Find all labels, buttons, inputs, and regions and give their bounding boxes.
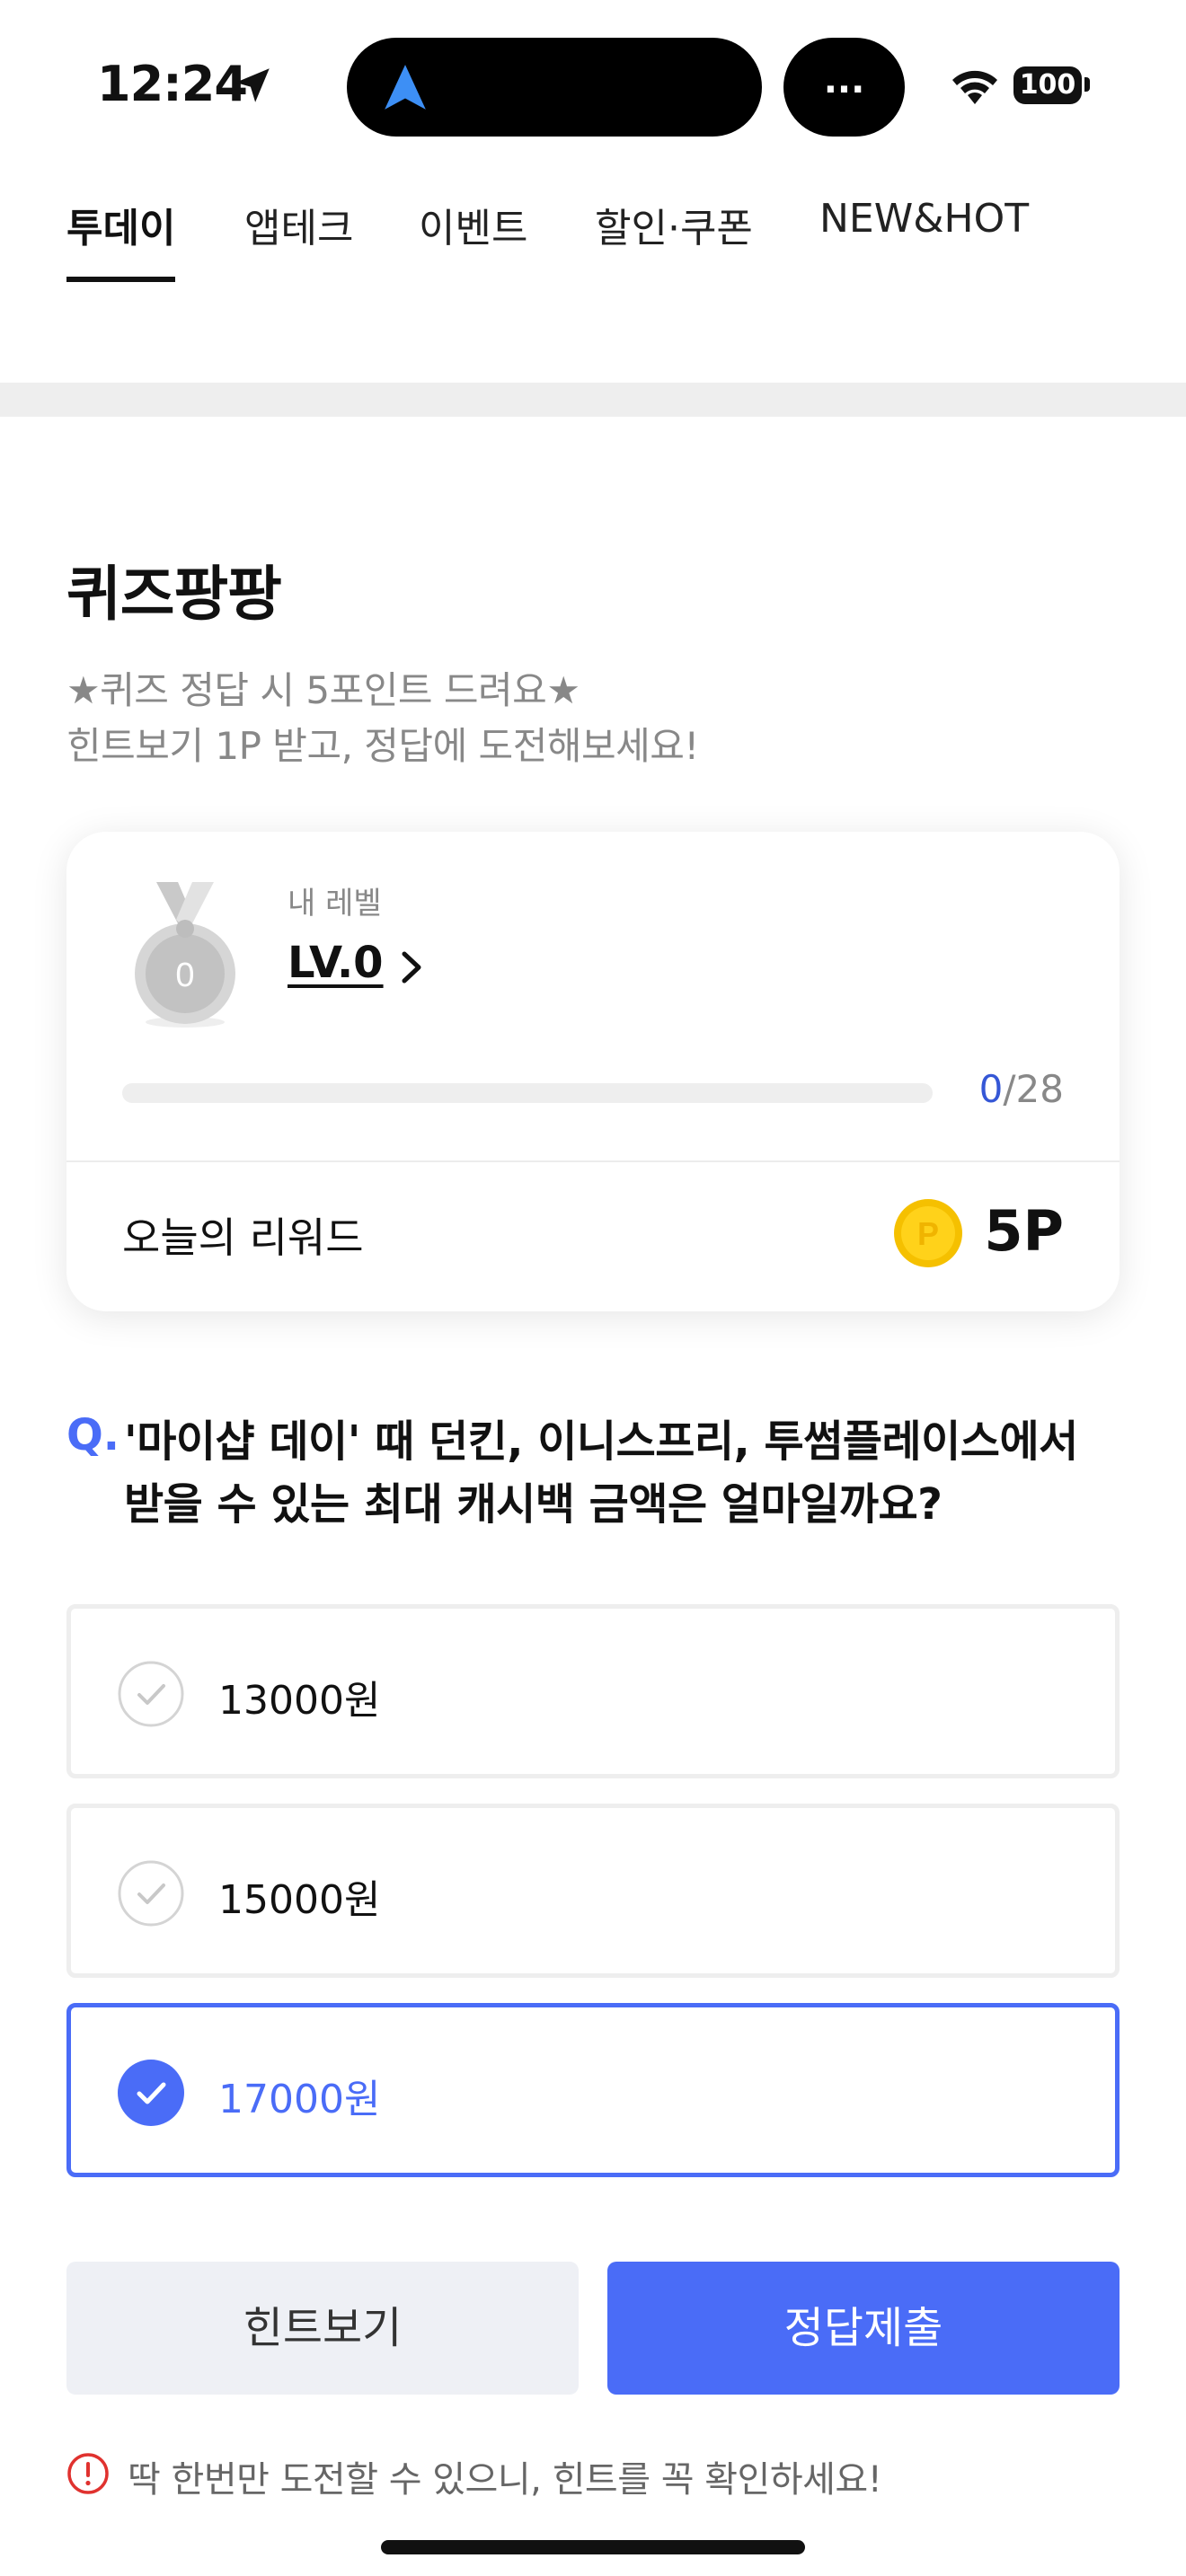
- level-progress-bar: [122, 1083, 933, 1103]
- reward-label: 오늘의 리워드: [122, 1213, 364, 1262]
- tab-new-hot[interactable]: NEW&HOT: [819, 196, 1029, 286]
- answer-option-3[interactable]: 17000원: [66, 2003, 1120, 2177]
- answer-option-label: 13000원: [218, 1678, 381, 1724]
- answer-option-label: 17000원: [218, 2077, 381, 2122]
- coin-icon: P: [894, 1199, 962, 1267]
- tab-today[interactable]: 투데이: [66, 196, 176, 286]
- hint-button[interactable]: 힌트보기: [66, 2262, 579, 2395]
- warning-text: 딱 한번만 도전할 수 있으니, 힌트를 꼭 확인하세요!: [128, 2459, 882, 2501]
- status-bar: 12:24 ... 100: [0, 0, 1186, 171]
- question-line2: 받을 수 있는 최대 캐시백 금액은 얼마일까요?: [124, 1479, 943, 1530]
- level-progress-count: 0/28: [979, 1067, 1064, 1111]
- card-divider: [66, 1160, 1120, 1162]
- tab-discount-coupon[interactable]: 할인·쿠폰: [595, 196, 753, 286]
- check-circle-filled-icon: [118, 2060, 184, 2126]
- question-line1: '마이샵 데이' 때 던킨, 이니스프리, 투썸플레이스에서: [124, 1416, 1078, 1467]
- tab-apptech[interactable]: 앱테크: [244, 196, 353, 286]
- medal-icon: 0: [135, 882, 235, 1028]
- question-mark: Q.: [66, 1410, 120, 1460]
- progress-current: 0: [978, 1067, 1004, 1111]
- check-circle-icon: [118, 1860, 184, 1927]
- check-circle-icon: [118, 1661, 184, 1727]
- location-arrow-icon: [235, 68, 270, 102]
- medal-number: 0: [175, 957, 194, 994]
- section-divider: [0, 383, 1186, 417]
- submit-answer-button[interactable]: 정답제출: [607, 2262, 1120, 2395]
- quiz-subtitle: ★퀴즈 정답 시 5포인트 드려요★ 힌트보기 1P 받고, 정답에 도전해보세…: [66, 663, 699, 774]
- answer-option-label: 15000원: [218, 1877, 381, 1923]
- answer-option-1[interactable]: 13000원: [66, 1604, 1120, 1778]
- dynamic-island-pill[interactable]: ...: [783, 38, 905, 137]
- quiz-subtitle-line1: ★퀴즈 정답 시 5포인트 드려요★: [66, 668, 580, 712]
- home-indicator[interactable]: [381, 2540, 805, 2554]
- level-card: 0 내 레벨 LV.0 0/28 오늘의 리워드 P 5P: [66, 832, 1120, 1311]
- answer-option-2[interactable]: 15000원: [66, 1804, 1120, 1978]
- chevron-right-icon[interactable]: [395, 947, 428, 988]
- status-time: 12:24: [97, 56, 248, 112]
- quiz-title: 퀴즈팡팡: [66, 560, 282, 629]
- navigation-arrow-icon: [385, 65, 426, 110]
- dynamic-island[interactable]: [347, 38, 762, 137]
- tab-event[interactable]: 이벤트: [419, 196, 527, 286]
- battery-cap: [1084, 77, 1090, 92]
- coin-letter: P: [917, 1215, 939, 1252]
- level-value-link[interactable]: LV.0: [288, 938, 384, 988]
- alert-circle-icon: [67, 2453, 109, 2494]
- progress-total: /28: [1003, 1067, 1064, 1111]
- reward-value: 5P: [984, 1198, 1064, 1264]
- wifi-icon: [952, 70, 997, 104]
- question-text: '마이샵 데이' 때 던킨, 이니스프리, 투썸플레이스에서 받을 수 있는 최…: [124, 1410, 1130, 1536]
- quiz-subtitle-line2: 힌트보기 1P 받고, 정답에 도전해보세요!: [66, 724, 699, 768]
- level-label: 내 레벨: [288, 886, 382, 922]
- battery-indicator: 100: [1013, 66, 1082, 104]
